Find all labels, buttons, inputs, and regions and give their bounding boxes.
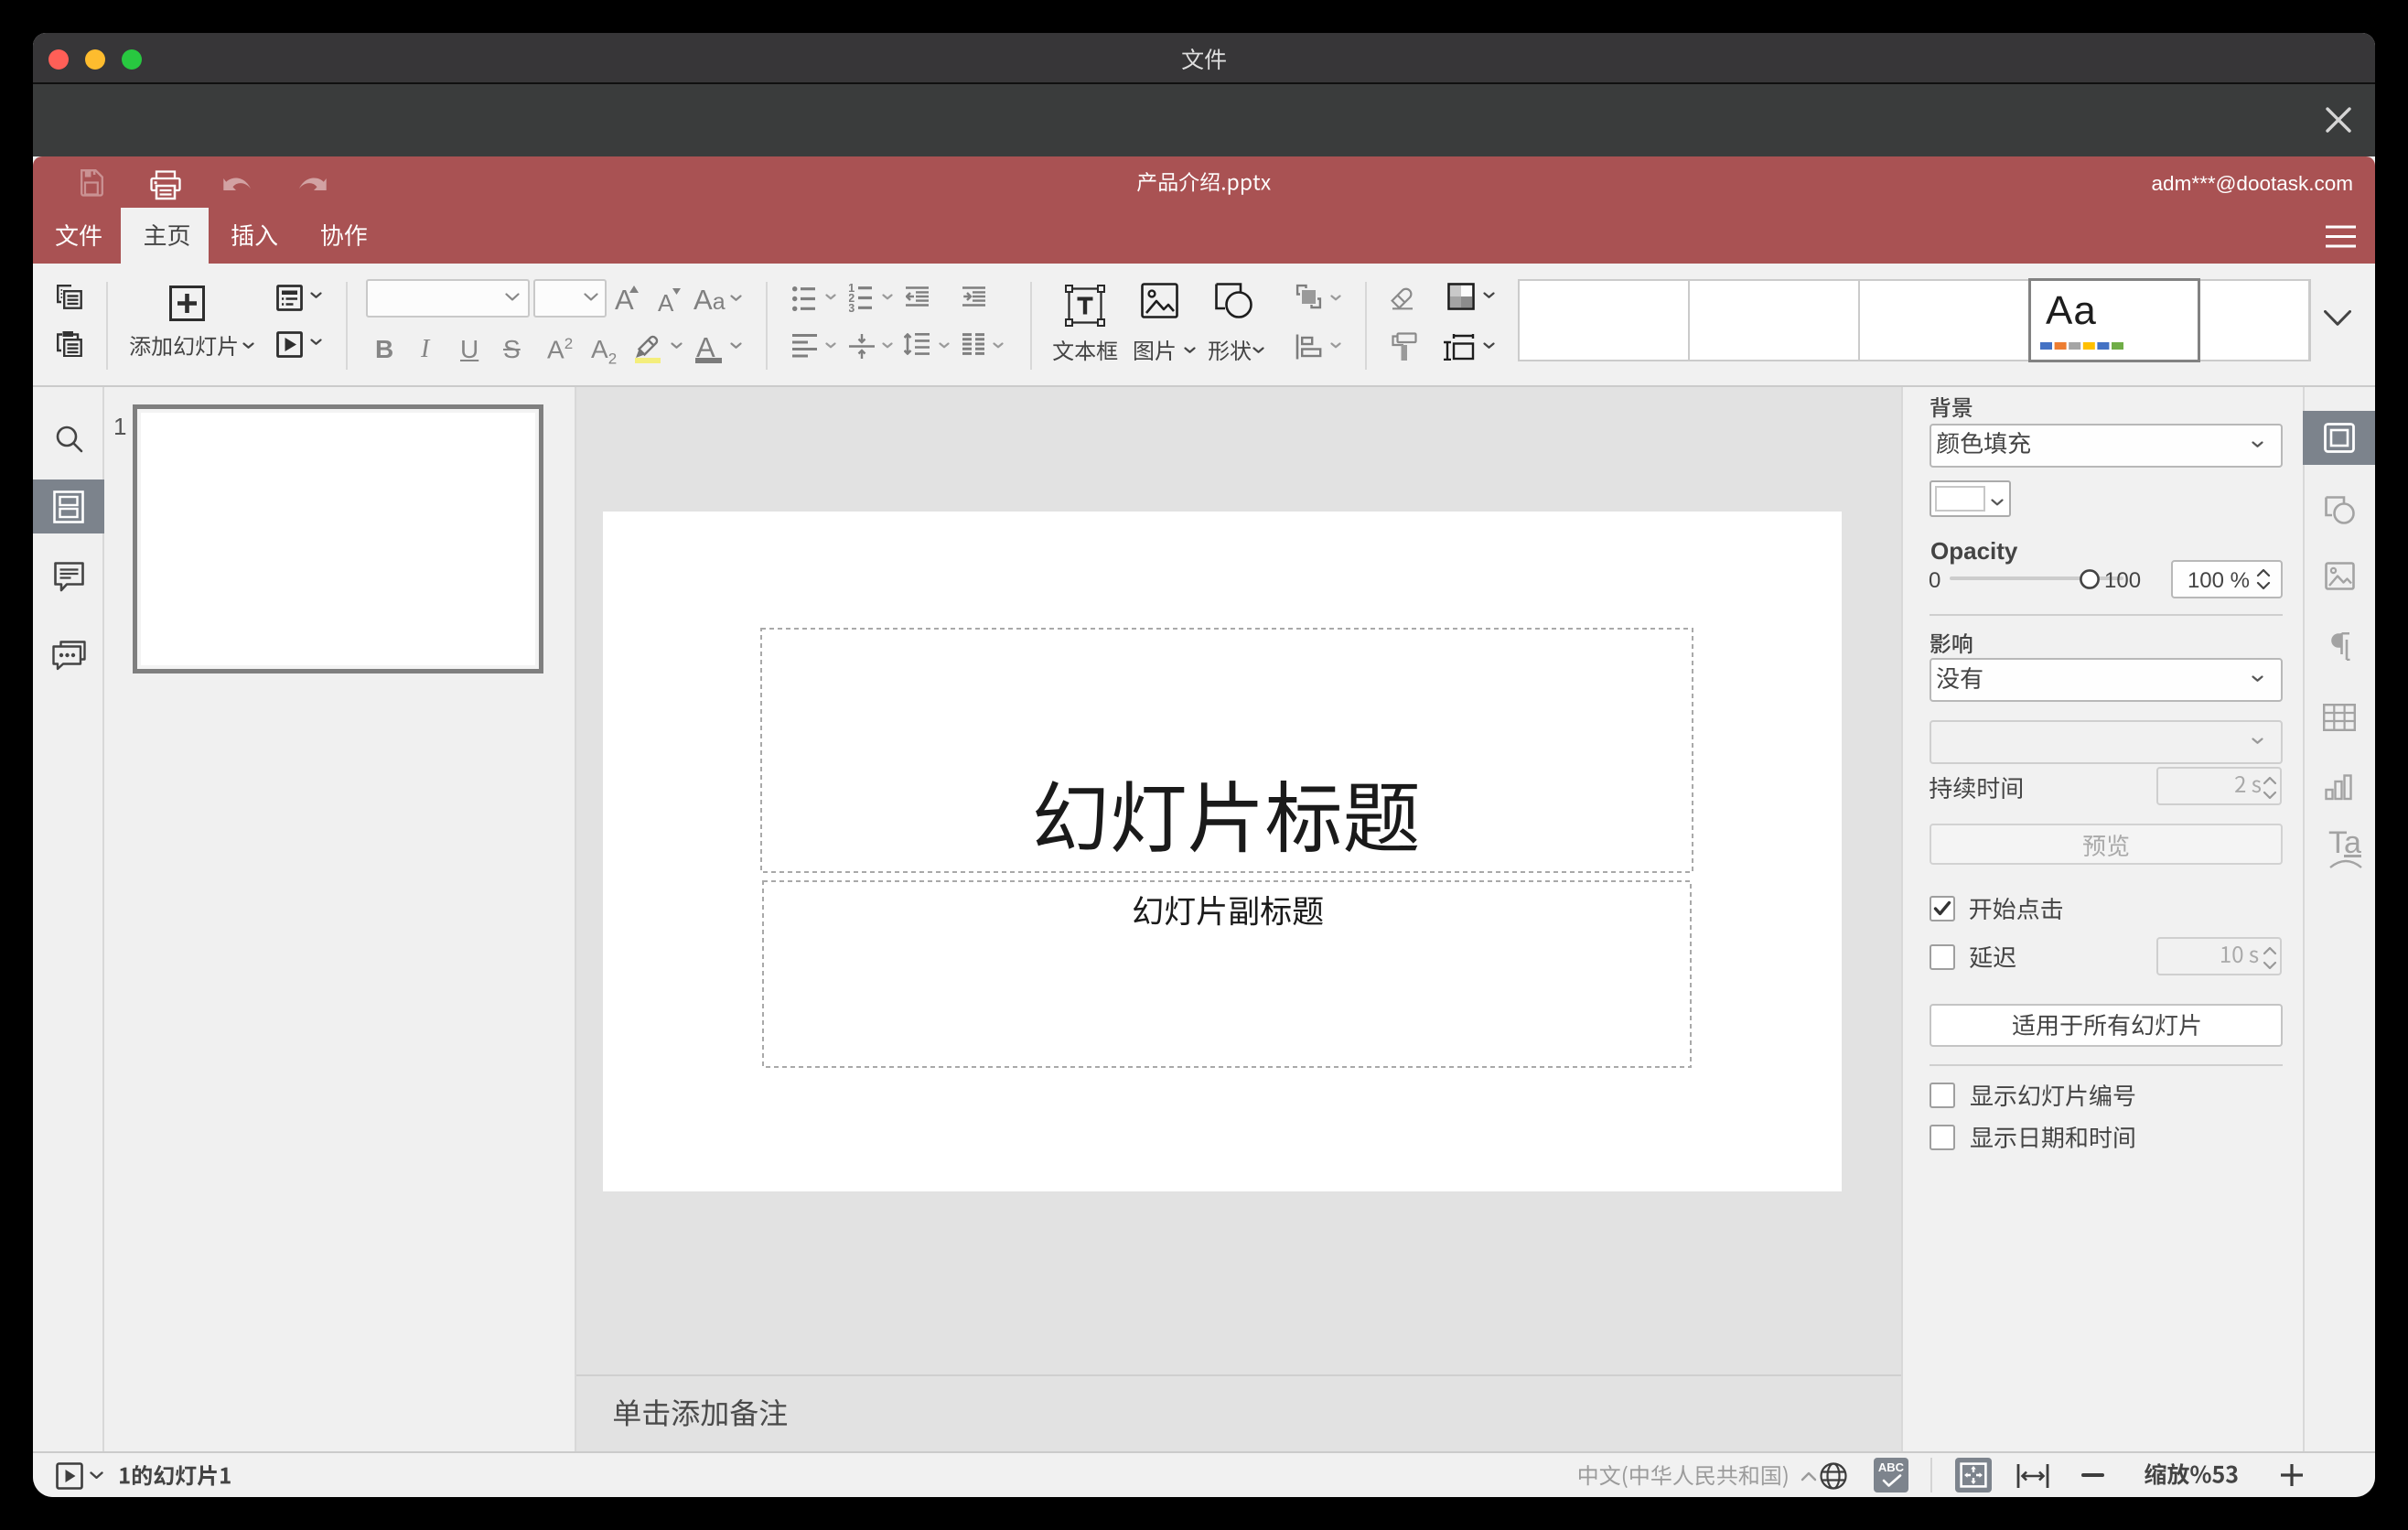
svg-text:3: 3 — [849, 301, 855, 312]
